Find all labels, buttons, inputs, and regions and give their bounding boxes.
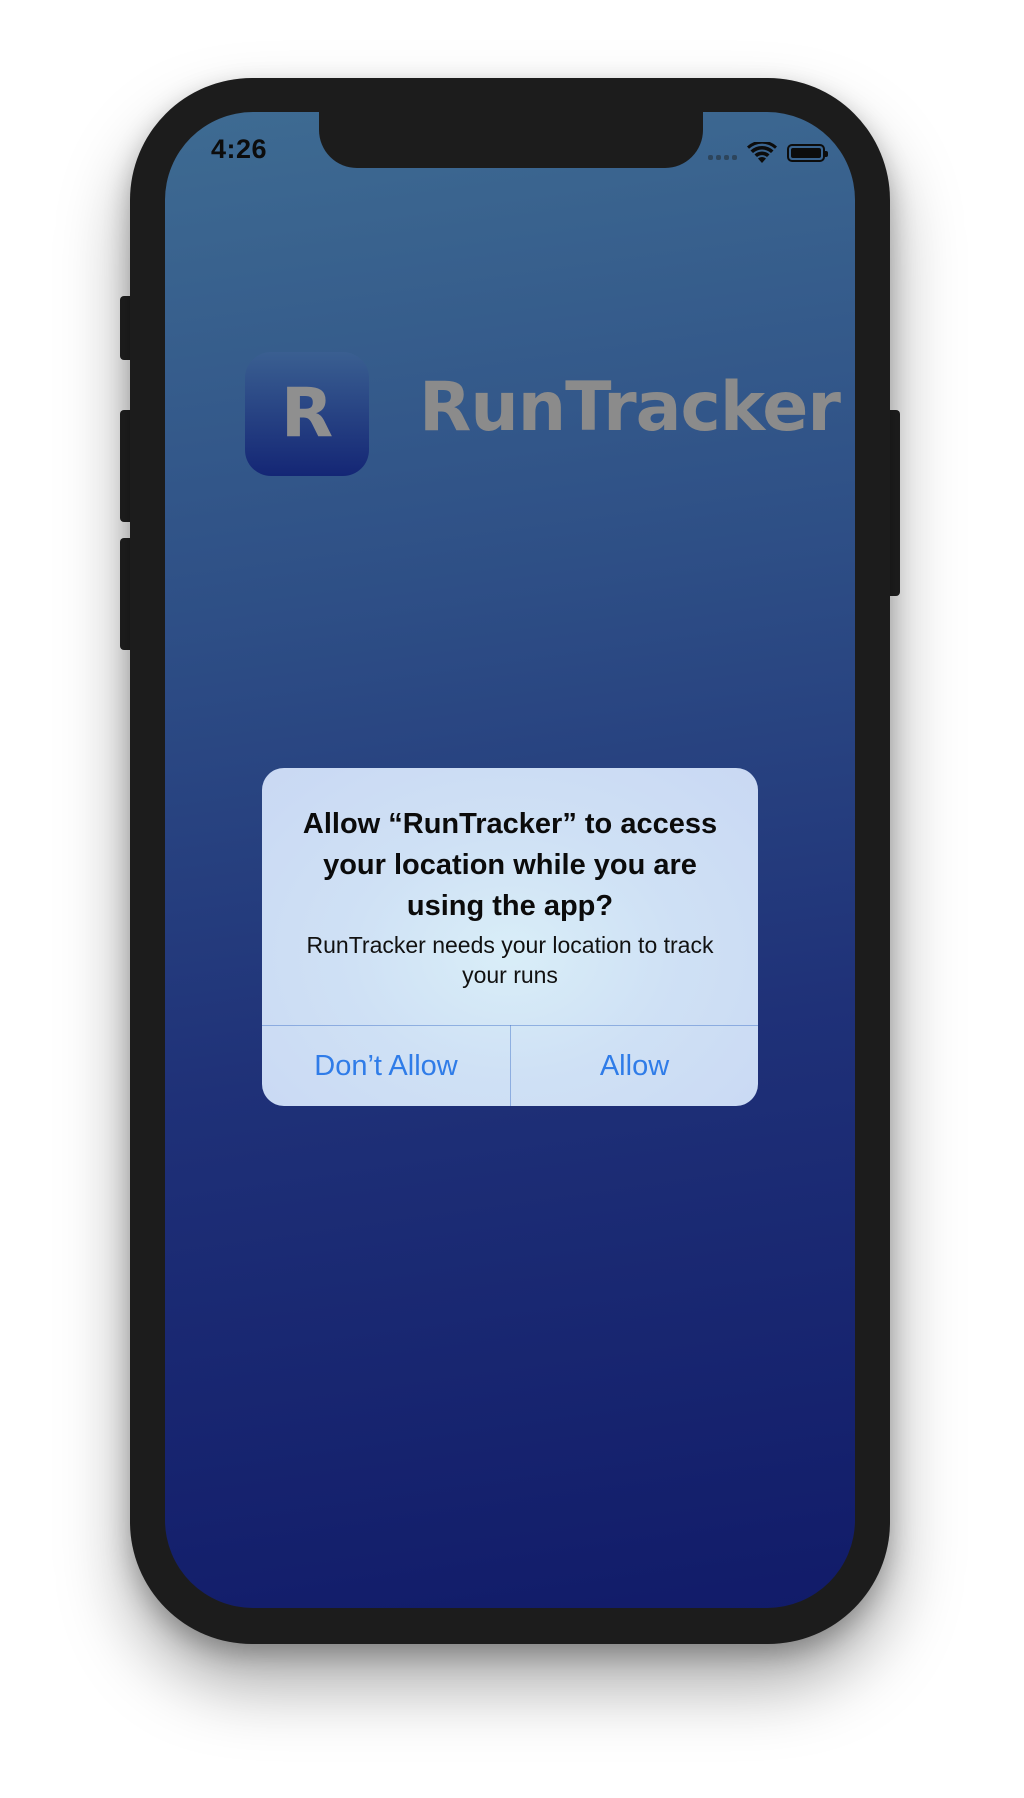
alert-title: Allow “RunTracker” to access your locati… (302, 808, 718, 922)
location-permission-alert: Allow “RunTracker” to access your locati… (262, 768, 758, 1106)
wifi-icon (747, 142, 777, 163)
battery-icon (787, 144, 828, 162)
allow-button[interactable]: Allow (511, 1026, 758, 1106)
phone-frame: 4:26 R RunTracker Allow “RunTracker” to … (130, 78, 890, 1644)
phone-screen: 4:26 R RunTracker Allow “RunTracker” to … (165, 112, 855, 1608)
app-title: RunTracker (419, 368, 841, 447)
app-logo-letter: R (280, 374, 334, 453)
app-logo: R (245, 352, 369, 476)
notch (319, 112, 703, 168)
device-mockup: 4:26 R RunTracker Allow “RunTracker” to … (0, 0, 1024, 1798)
status-time: 4:26 (211, 134, 268, 164)
status-indicators (708, 140, 828, 166)
dont-allow-button[interactable]: Don’t Allow (262, 1026, 510, 1106)
cellular-signal-icon (708, 146, 737, 160)
alert-message: RunTracker needs your location to track … (306, 932, 714, 988)
